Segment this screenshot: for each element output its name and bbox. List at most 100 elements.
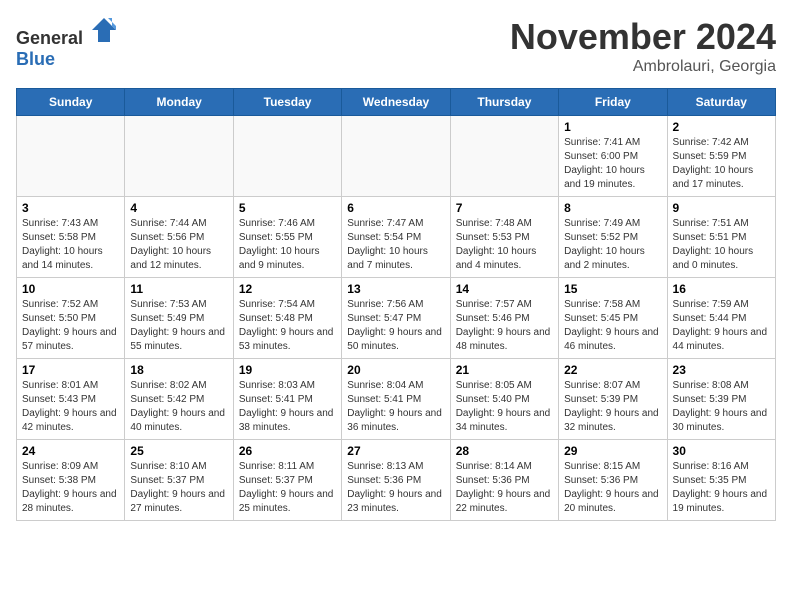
day-info: Sunrise: 7:41 AM Sunset: 6:00 PM Dayligh… (564, 136, 661, 192)
day-info: Sunrise: 8:09 AM Sunset: 5:38 PM Dayligh… (22, 460, 119, 516)
day-header-tuesday: Tuesday (233, 89, 341, 116)
day-number: 28 (456, 444, 553, 458)
calendar-cell: 23 Sunrise: 8:08 AM Sunset: 5:39 PM Dayli… (667, 359, 775, 440)
day-number: 7 (456, 201, 553, 215)
day-info: Sunrise: 8:08 AM Sunset: 5:39 PM Dayligh… (673, 379, 770, 435)
day-info: Sunrise: 8:03 AM Sunset: 5:41 PM Dayligh… (239, 379, 336, 435)
day-number: 3 (22, 201, 119, 215)
calendar-cell (342, 116, 450, 197)
day-number: 9 (673, 201, 770, 215)
day-number: 11 (130, 282, 227, 296)
day-number: 29 (564, 444, 661, 458)
day-number: 25 (130, 444, 227, 458)
day-number: 15 (564, 282, 661, 296)
day-header-friday: Friday (559, 89, 667, 116)
day-info: Sunrise: 7:57 AM Sunset: 5:46 PM Dayligh… (456, 298, 553, 354)
day-info: Sunrise: 8:04 AM Sunset: 5:41 PM Dayligh… (347, 379, 444, 435)
day-number: 23 (673, 363, 770, 377)
calendar-cell: 27Sunrise: 8:13 AM Sunset: 5:36 PM Dayli… (342, 440, 450, 521)
calendar-cell: 30 Sunrise: 8:16 AM Sunset: 5:35 PM Dayli… (667, 440, 775, 521)
day-info: Sunrise: 8:16 AM Sunset: 5:35 PM Dayligh… (673, 460, 770, 516)
day-info: Sunrise: 7:43 AM Sunset: 5:58 PM Dayligh… (22, 217, 119, 273)
calendar-table: SundayMondayTuesdayWednesdayThursdayFrid… (16, 88, 776, 521)
calendar-cell: 9 Sunrise: 7:51 AM Sunset: 5:51 PM Daylig… (667, 197, 775, 278)
calendar-cell (233, 116, 341, 197)
month-title: November 2024 (510, 16, 776, 58)
day-info: Sunrise: 7:46 AM Sunset: 5:55 PM Dayligh… (239, 217, 336, 273)
day-number: 21 (456, 363, 553, 377)
calendar-cell: 13Sunrise: 7:56 AM Sunset: 5:47 PM Dayli… (342, 278, 450, 359)
day-info: Sunrise: 7:49 AM Sunset: 5:52 PM Dayligh… (564, 217, 661, 273)
calendar-cell: 28 Sunrise: 8:14 AM Sunset: 5:36 PM Dayli… (450, 440, 558, 521)
day-header-saturday: Saturday (667, 89, 775, 116)
week-row-2: 3 Sunrise: 7:43 AM Sunset: 5:58 PM Daylig… (17, 197, 776, 278)
calendar-cell (17, 116, 125, 197)
day-info: Sunrise: 7:44 AM Sunset: 5:56 PM Dayligh… (130, 217, 227, 273)
day-number: 17 (22, 363, 119, 377)
calendar-cell: 26 Sunrise: 8:11 AM Sunset: 5:37 PM Dayli… (233, 440, 341, 521)
week-row-1: 1 Sunrise: 7:41 AM Sunset: 6:00 PM Daylig… (17, 116, 776, 197)
day-info: Sunrise: 8:02 AM Sunset: 5:42 PM Dayligh… (130, 379, 227, 435)
calendar-cell (125, 116, 233, 197)
day-number: 20 (347, 363, 444, 377)
day-info: Sunrise: 8:10 AM Sunset: 5:37 PM Dayligh… (130, 460, 227, 516)
calendar-cell: 14 Sunrise: 7:57 AM Sunset: 5:46 PM Dayli… (450, 278, 558, 359)
calendar-cell: 10 Sunrise: 7:52 AM Sunset: 5:50 PM Dayli… (17, 278, 125, 359)
day-info: Sunrise: 7:42 AM Sunset: 5:59 PM Dayligh… (673, 136, 770, 192)
day-number: 16 (673, 282, 770, 296)
day-number: 26 (239, 444, 336, 458)
day-info: Sunrise: 7:51 AM Sunset: 5:51 PM Dayligh… (673, 217, 770, 273)
day-number: 1 (564, 120, 661, 134)
calendar-cell: 2 Sunrise: 7:42 AM Sunset: 5:59 PM Daylig… (667, 116, 775, 197)
day-number: 27 (347, 444, 444, 458)
week-row-3: 10 Sunrise: 7:52 AM Sunset: 5:50 PM Dayli… (17, 278, 776, 359)
day-info: Sunrise: 7:47 AM Sunset: 5:54 PM Dayligh… (347, 217, 444, 273)
day-number: 6 (347, 201, 444, 215)
calendar-cell: 11 Sunrise: 7:53 AM Sunset: 5:49 PM Dayli… (125, 278, 233, 359)
day-header-sunday: Sunday (17, 89, 125, 116)
calendar-cell: 15 Sunrise: 7:58 AM Sunset: 5:45 PM Dayli… (559, 278, 667, 359)
day-info: Sunrise: 8:14 AM Sunset: 5:36 PM Dayligh… (456, 460, 553, 516)
day-number: 8 (564, 201, 661, 215)
calendar-cell: 24 Sunrise: 8:09 AM Sunset: 5:38 PM Dayli… (17, 440, 125, 521)
calendar-cell: 4 Sunrise: 7:44 AM Sunset: 5:56 PM Daylig… (125, 197, 233, 278)
day-number: 24 (22, 444, 119, 458)
logo-blue: Blue (16, 49, 55, 69)
day-info: Sunrise: 7:59 AM Sunset: 5:44 PM Dayligh… (673, 298, 770, 354)
day-info: Sunrise: 7:48 AM Sunset: 5:53 PM Dayligh… (456, 217, 553, 273)
day-number: 5 (239, 201, 336, 215)
day-info: Sunrise: 7:56 AM Sunset: 5:47 PM Dayligh… (347, 298, 444, 354)
day-info: Sunrise: 8:11 AM Sunset: 5:37 PM Dayligh… (239, 460, 336, 516)
day-info: Sunrise: 7:53 AM Sunset: 5:49 PM Dayligh… (130, 298, 227, 354)
day-info: Sunrise: 7:54 AM Sunset: 5:48 PM Dayligh… (239, 298, 336, 354)
logo-general: General (16, 28, 83, 48)
day-info: Sunrise: 8:01 AM Sunset: 5:43 PM Dayligh… (22, 379, 119, 435)
day-header-thursday: Thursday (450, 89, 558, 116)
calendar-cell: 22Sunrise: 8:07 AM Sunset: 5:39 PM Dayli… (559, 359, 667, 440)
calendar-cell: 8 Sunrise: 7:49 AM Sunset: 5:52 PM Daylig… (559, 197, 667, 278)
calendar-cell: 25 Sunrise: 8:10 AM Sunset: 5:37 PM Dayli… (125, 440, 233, 521)
calendar-cell: 18Sunrise: 8:02 AM Sunset: 5:42 PM Dayli… (125, 359, 233, 440)
week-row-5: 24 Sunrise: 8:09 AM Sunset: 5:38 PM Dayli… (17, 440, 776, 521)
day-number: 19 (239, 363, 336, 377)
day-number: 4 (130, 201, 227, 215)
day-info: Sunrise: 7:58 AM Sunset: 5:45 PM Dayligh… (564, 298, 661, 354)
calendar-cell: 7 Sunrise: 7:48 AM Sunset: 5:53 PM Daylig… (450, 197, 558, 278)
calendar-cell: 17 Sunrise: 8:01 AM Sunset: 5:43 PM Dayli… (17, 359, 125, 440)
day-number: 22 (564, 363, 661, 377)
day-number: 30 (673, 444, 770, 458)
logo-icon (90, 16, 118, 44)
day-number: 10 (22, 282, 119, 296)
day-number: 2 (673, 120, 770, 134)
calendar-cell: 6 Sunrise: 7:47 AM Sunset: 5:54 PM Daylig… (342, 197, 450, 278)
day-info: Sunrise: 7:52 AM Sunset: 5:50 PM Dayligh… (22, 298, 119, 354)
day-number: 12 (239, 282, 336, 296)
calendar-cell: 29Sunrise: 8:15 AM Sunset: 5:36 PM Dayli… (559, 440, 667, 521)
header-row: SundayMondayTuesdayWednesdayThursdayFrid… (17, 89, 776, 116)
location-subtitle: Ambrolauri, Georgia (510, 58, 776, 76)
calendar-cell: 5 Sunrise: 7:46 AM Sunset: 5:55 PM Daylig… (233, 197, 341, 278)
calendar-cell (450, 116, 558, 197)
day-number: 14 (456, 282, 553, 296)
calendar-cell: 1 Sunrise: 7:41 AM Sunset: 6:00 PM Daylig… (559, 116, 667, 197)
calendar-cell: 12 Sunrise: 7:54 AM Sunset: 5:48 PM Dayli… (233, 278, 341, 359)
